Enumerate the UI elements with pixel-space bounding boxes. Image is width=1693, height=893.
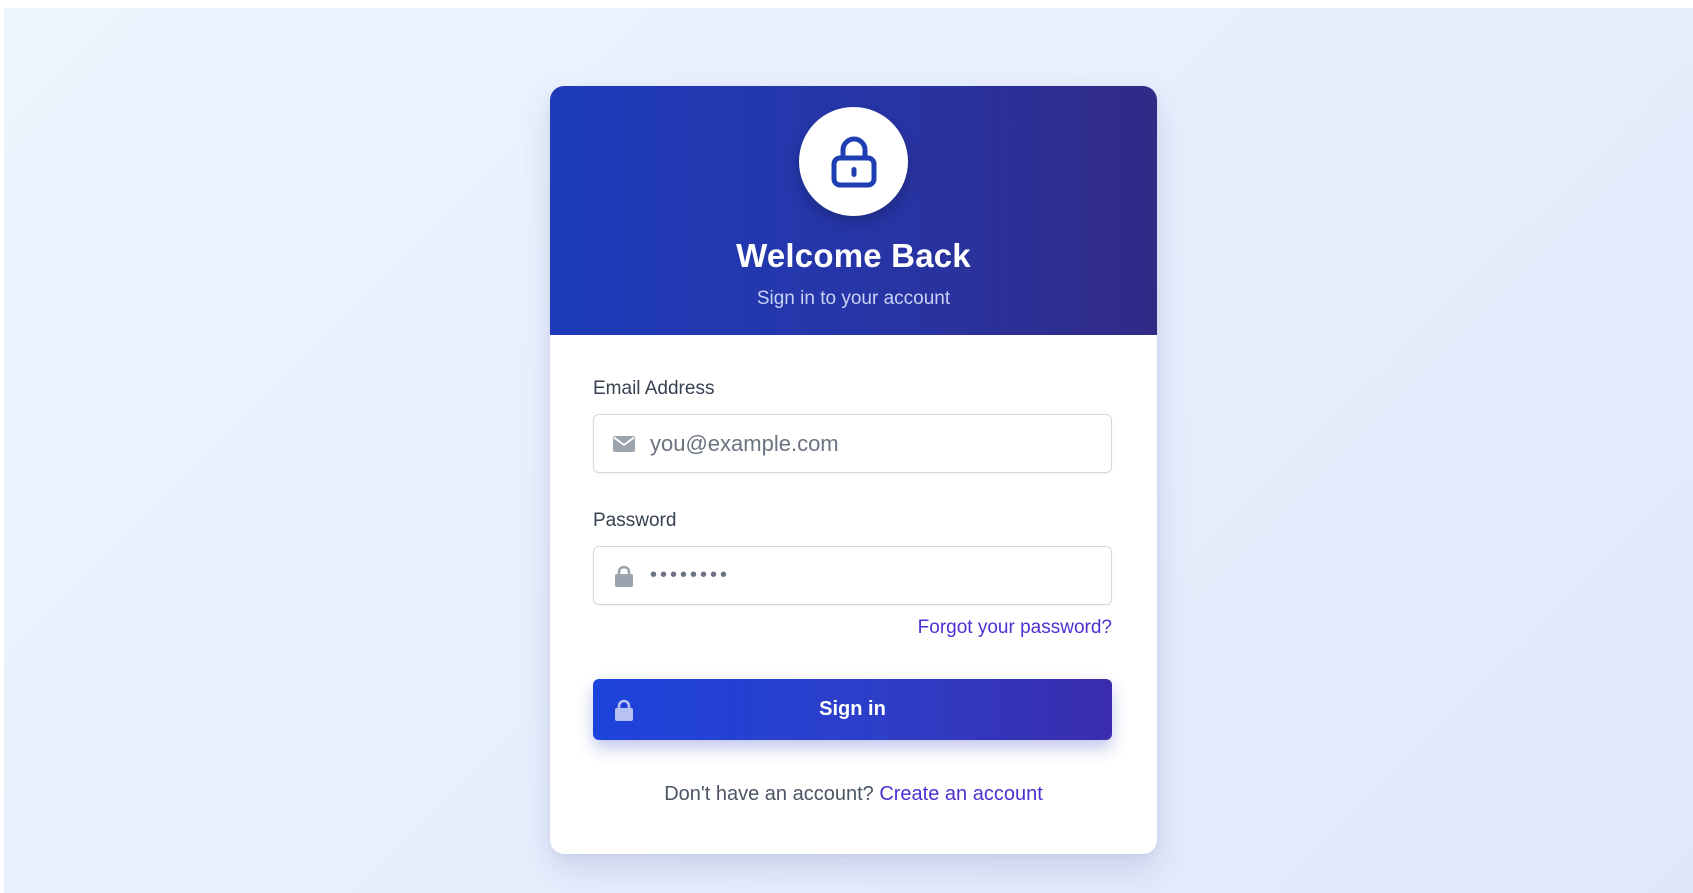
email-placeholder: you@example.com xyxy=(650,431,839,456)
signup-prompt-text: Don't have an account? xyxy=(664,783,874,805)
password-value: •••••••• xyxy=(650,564,731,586)
forgot-password-link[interactable]: Forgot your password? xyxy=(918,617,1112,639)
password-label: Password xyxy=(593,510,677,531)
create-account-link[interactable]: Create an account xyxy=(879,783,1042,805)
lock-icon xyxy=(831,136,876,187)
mail-icon xyxy=(612,433,636,455)
email-field[interactable]: you@example.com xyxy=(593,414,1112,473)
sign-in-button[interactable]: Sign in xyxy=(593,679,1112,740)
card-header: Welcome Back Sign in to your account xyxy=(550,86,1157,335)
login-card: Welcome Back Sign in to your account Ema… xyxy=(550,86,1157,854)
signup-prompt: Don't have an account? Create an account xyxy=(550,783,1157,806)
sign-in-label: Sign in xyxy=(819,698,886,720)
page-title: Welcome Back xyxy=(736,237,971,274)
header-icon-badge xyxy=(799,107,908,216)
lock-icon xyxy=(612,565,636,587)
password-field[interactable]: •••••••• xyxy=(593,546,1112,605)
email-label: Email Address xyxy=(593,378,715,399)
page-subtitle: Sign in to your account xyxy=(756,288,951,309)
page-background: Welcome Back Sign in to your account Ema… xyxy=(4,8,1693,893)
